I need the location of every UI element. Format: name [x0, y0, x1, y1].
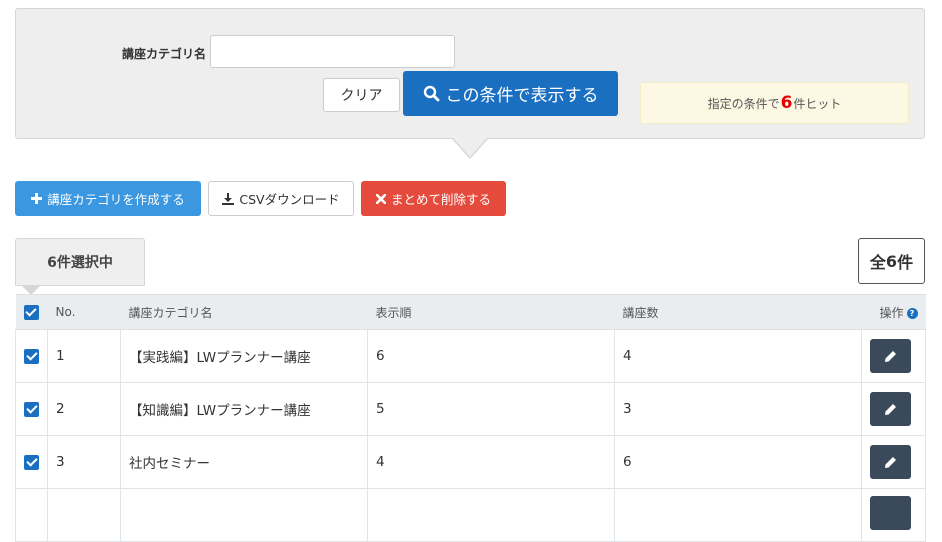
header-no[interactable]: No. [47, 294, 121, 330]
row-select-cell [15, 329, 48, 383]
header-operations-label: 操作 [879, 305, 904, 320]
row-operations [861, 382, 926, 436]
create-category-label: 講座カテゴリを作成する [47, 192, 185, 207]
row-category-name: 【実践編】LWプランナー講座 [120, 329, 368, 383]
hit-suffix: 件ヒット [793, 96, 842, 111]
row-display-order: 5 [367, 382, 615, 436]
row-course-count: 4 [614, 329, 862, 383]
category-name-label: 講座カテゴリ名 [122, 47, 207, 61]
row-select-cell [15, 488, 48, 542]
selected-count-tab: 6件選択中 [15, 238, 145, 286]
search-button[interactable]: この条件で表示する [403, 71, 618, 116]
bulk-delete-button[interactable]: まとめて削除する [361, 181, 506, 216]
search-panel-caret-fill [453, 138, 487, 157]
row-category-name: 【知識編】LWプランナー講座 [120, 382, 368, 436]
row-category-name: 社内セミナー [120, 435, 368, 489]
clear-button[interactable]: クリア [323, 78, 400, 112]
search-icon [423, 85, 439, 102]
bulk-delete-label: まとめて削除する [390, 192, 491, 207]
edit-button[interactable] [870, 496, 911, 530]
row-display-order: 4 [367, 435, 615, 489]
category-name-input[interactable] [210, 35, 455, 68]
row-course-count: 6 [614, 435, 862, 489]
header-category-name[interactable]: 講座カテゴリ名 [120, 294, 368, 330]
table-header-row: No. 講座カテゴリ名 表示順 講座数 操作? [15, 294, 926, 330]
edit-button[interactable] [870, 339, 911, 373]
table-row: 1 【実践編】LWプランナー講座 6 4 [15, 329, 926, 383]
header-course-count[interactable]: 講座数 [614, 294, 862, 330]
row-checkbox[interactable] [24, 348, 39, 364]
total-suffix: 件 [897, 253, 914, 272]
edit-button[interactable] [870, 392, 911, 426]
row-category-name [120, 488, 368, 542]
row-operations [861, 329, 926, 383]
hit-count: 6 [780, 93, 793, 113]
table-row: 2 【知識編】LWプランナー講座 5 3 [15, 382, 926, 436]
row-course-count: 3 [614, 382, 862, 436]
plus-icon [31, 193, 43, 204]
csv-download-button[interactable]: CSVダウンロード [208, 181, 354, 216]
create-category-button[interactable]: 講座カテゴリを作成する [15, 181, 201, 216]
table-row [15, 488, 926, 542]
table-row: 3 社内セミナー 4 6 [15, 435, 926, 489]
row-no: 2 [47, 382, 121, 436]
csv-download-label: CSVダウンロード [239, 192, 340, 207]
total-prefix: 全 [869, 253, 886, 272]
row-operations [861, 488, 926, 542]
search-panel: 講座カテゴリ名 クリア この条件で表示する 指定の条件で 6 件ヒット [15, 8, 925, 139]
select-all-checkbox[interactable] [23, 304, 39, 320]
row-no: 1 [47, 329, 121, 383]
row-display-order [367, 488, 615, 542]
row-operations [861, 435, 926, 489]
times-icon [375, 193, 386, 204]
total-count: 6 [885, 251, 898, 271]
total-count-box: 全6件 [858, 238, 925, 284]
search-button-label: この条件で表示する [445, 86, 599, 106]
row-no [47, 488, 121, 542]
edit-button[interactable] [870, 445, 911, 479]
row-checkbox[interactable] [24, 454, 39, 470]
header-operations: 操作? [861, 294, 926, 330]
pencil-icon [885, 456, 896, 468]
header-display-order[interactable]: 表示順 [367, 294, 615, 330]
row-course-count [614, 488, 862, 542]
download-icon [222, 192, 235, 205]
row-checkbox[interactable] [24, 401, 39, 417]
row-select-cell [15, 435, 48, 489]
pencil-icon [885, 403, 896, 415]
select-all-cell [15, 294, 48, 330]
pencil-icon [885, 350, 896, 362]
row-display-order: 6 [367, 329, 615, 383]
hit-prefix: 指定の条件で [707, 96, 780, 111]
help-icon[interactable]: ? [906, 307, 918, 319]
row-select-cell [15, 382, 48, 436]
row-no: 3 [47, 435, 121, 489]
hit-count-box: 指定の条件で 6 件ヒット [640, 82, 909, 124]
